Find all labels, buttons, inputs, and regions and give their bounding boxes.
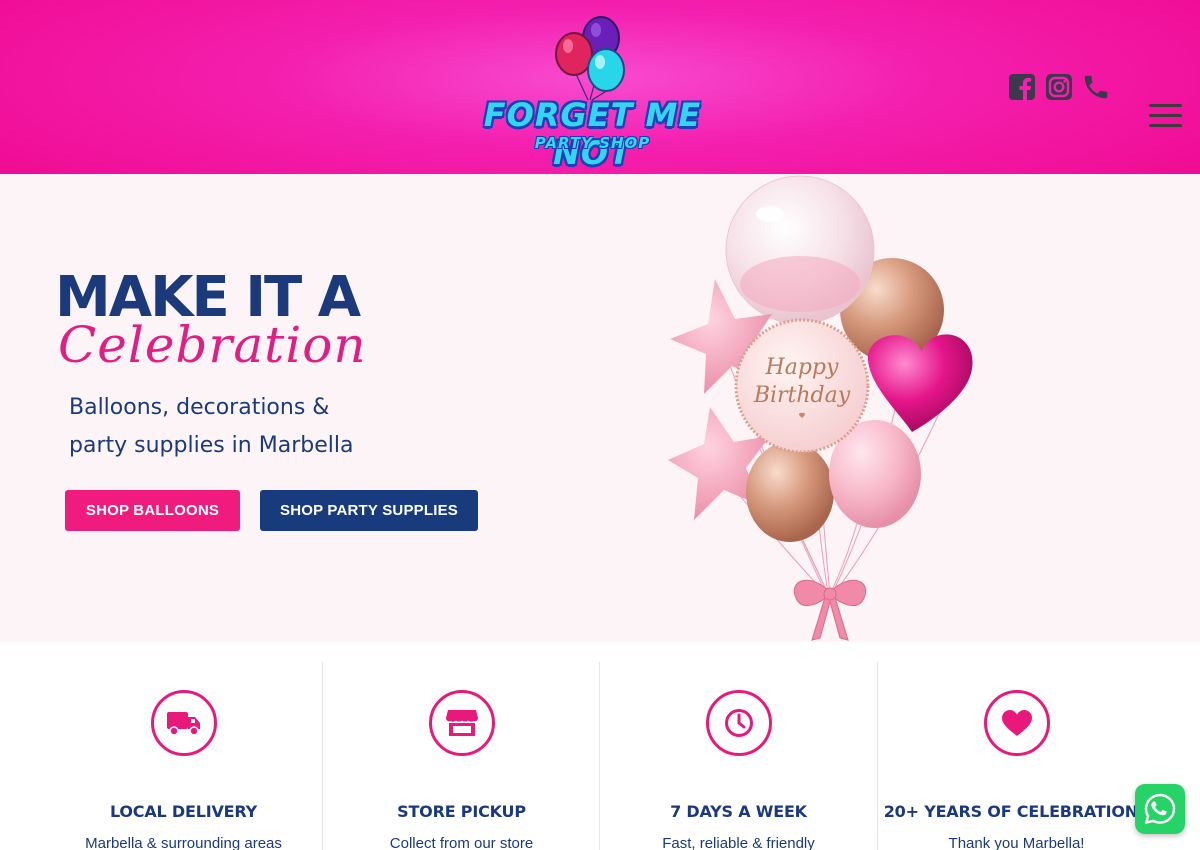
feature-title: STORE PICKUP	[397, 802, 526, 821]
feature-seven-days: 7 DAYS A WEEK Fast, reliable & friendly	[600, 662, 877, 850]
feature-title: 20+ YEARS OF CELEBRATIONS	[883, 802, 1150, 821]
truck-icon	[150, 690, 217, 756]
hamburger-menu-icon[interactable]	[1149, 104, 1182, 128]
logo-subtitle: PARTY SHOP	[534, 134, 651, 152]
phone-link[interactable]	[1080, 72, 1112, 102]
feature-local-delivery: LOCAL DELIVERY Marbella & surrounding ar…	[45, 662, 322, 850]
facebook-link[interactable]	[1007, 72, 1037, 102]
feature-text: Fast, reliable & friendly	[662, 835, 815, 850]
shop-party-supplies-button[interactable]: SHOP PARTY SUPPLIES	[260, 490, 478, 531]
hero-script-heading: Celebration	[58, 316, 367, 374]
feature-text: Collect from our store	[389, 835, 534, 850]
heart-icon	[983, 690, 1050, 756]
instagram-icon	[1046, 74, 1072, 100]
instagram-link[interactable]	[1044, 72, 1074, 102]
feature-years: 20+ YEARS OF CELEBRATIONS Thank you Marb…	[878, 662, 1155, 850]
balloons-logo-icon	[555, 16, 625, 101]
features-section: LOCAL DELIVERY Marbella & surrounding ar…	[0, 642, 1200, 850]
store-icon	[428, 690, 495, 756]
site-header: FORGET ME NOT PARTY SHOP	[0, 0, 1200, 174]
shop-balloons-button[interactable]: SHOP BALLOONS	[65, 490, 240, 531]
site-logo[interactable]: FORGET ME NOT PARTY SHOP	[455, 12, 730, 172]
hero-subtitle: Balloons, decorations & party supplies i…	[69, 389, 429, 465]
hero-subtitle-line2: party supplies in Marbella	[69, 433, 354, 458]
balloon-birthday-text: Birthday	[753, 383, 851, 408]
feature-store-pickup: STORE PICKUP Collect from our store	[323, 662, 600, 850]
whatsapp-icon	[1144, 793, 1176, 825]
feature-text: Thank you Marbella!	[948, 835, 1085, 850]
clock-icon	[705, 690, 772, 756]
hero-subtitle-line1: Balloons, decorations &	[69, 395, 330, 420]
balloon-happy-text: Happy	[765, 355, 839, 380]
facebook-icon	[1009, 74, 1035, 101]
phone-icon	[1084, 75, 1108, 99]
whatsapp-chat-button[interactable]	[1135, 784, 1185, 834]
balloon-bouquet-image: Happy Birthday	[668, 175, 973, 641]
feature-title: 7 DAYS A WEEK	[670, 802, 807, 821]
feature-text: Marbella & surrounding areas	[85, 835, 282, 850]
feature-title: LOCAL DELIVERY	[109, 802, 258, 821]
hero-section: MAKE IT A Celebration Balloons, decorati…	[0, 174, 1200, 642]
